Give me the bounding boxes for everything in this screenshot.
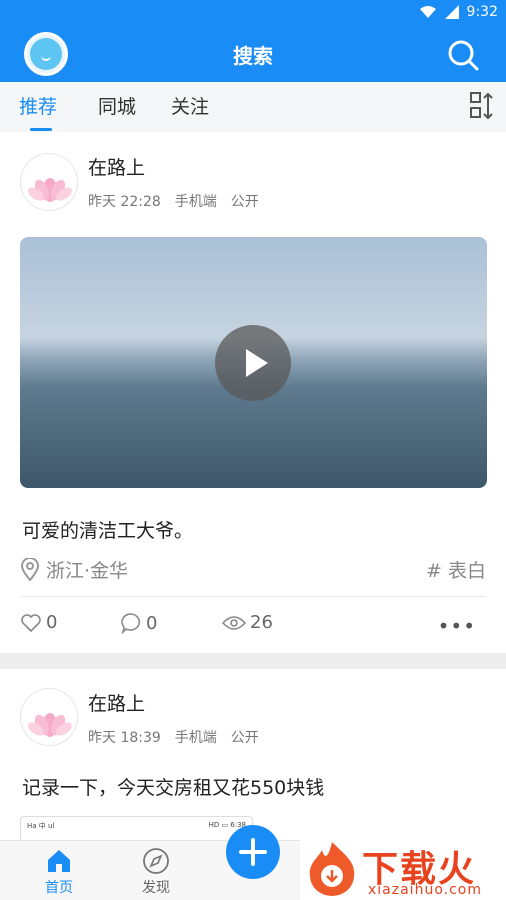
- views-indicator: 26: [222, 612, 273, 633]
- post-visibility: 公开: [230, 194, 259, 210]
- like-count: 0: [46, 612, 58, 633]
- post-text: 可爱的清洁工大爷。: [22, 520, 194, 542]
- nav-discover[interactable]: 发现: [126, 847, 186, 897]
- post-location[interactable]: 浙江·金华: [46, 556, 128, 583]
- home-icon: [48, 850, 70, 872]
- status-icons: 9:32: [419, 4, 498, 20]
- watermark-subtitle: xiazaihuo.com: [368, 882, 482, 898]
- comment-count: 0: [146, 612, 158, 634]
- divider: [20, 596, 486, 597]
- post-time: 昨天 18:39: [88, 730, 161, 746]
- post-text: 记录一下，今天交房租又花550块钱: [22, 777, 325, 799]
- feed-post: 在路上 昨天 18:39 手机端 公开 记录一下，今天交房租又花550块钱: [0, 669, 506, 840]
- status-time: 9:32: [466, 4, 498, 20]
- location-row: 浙江·金华 # 表白: [20, 556, 486, 586]
- nav-discover-label: 发现: [142, 880, 170, 896]
- tab-recommend[interactable]: 推荐: [19, 92, 57, 119]
- comment-button[interactable]: 0: [120, 612, 157, 634]
- lotus-icon: [28, 178, 72, 202]
- plus-icon[interactable]: [226, 825, 280, 879]
- watermark: 下载火 xiazaihuo.com: [300, 836, 506, 900]
- top-header: 搜索: [0, 28, 506, 82]
- eye-icon: [222, 615, 246, 630]
- tab-local[interactable]: 同城: [98, 92, 136, 119]
- nav-home-label: 首页: [45, 880, 73, 896]
- nav-home[interactable]: 首页: [29, 847, 89, 897]
- post-separator: [0, 653, 506, 669]
- lotus-icon: [28, 713, 72, 737]
- post-tag[interactable]: # 表白: [426, 556, 486, 583]
- post-visibility: 公开: [230, 730, 259, 746]
- header-title: 搜索: [233, 44, 273, 68]
- tab-following[interactable]: 关注: [171, 92, 209, 119]
- search-icon[interactable]: [446, 38, 480, 72]
- post-meta: 昨天 18:39 手机端 公开: [88, 727, 259, 747]
- post-video[interactable]: [20, 237, 487, 488]
- play-icon[interactable]: [215, 325, 291, 401]
- signal-icon: [444, 5, 459, 19]
- author-name[interactable]: 在路上: [88, 153, 145, 180]
- author-name[interactable]: 在路上: [88, 689, 145, 716]
- flame-logo-icon: [309, 842, 355, 896]
- more-options-icon[interactable]: •••: [438, 614, 476, 638]
- location-pin-icon: [20, 558, 40, 582]
- feed-tabs: 推荐 同城 关注: [0, 82, 506, 132]
- post-device: 手机端: [174, 730, 217, 746]
- post-time: 昨天 22:28: [88, 194, 161, 210]
- status-bar: 9:32: [0, 0, 506, 28]
- like-button[interactable]: 0: [20, 612, 57, 633]
- sort-icon[interactable]: [468, 90, 498, 122]
- view-count: 26: [250, 612, 273, 633]
- heart-icon: [21, 613, 41, 632]
- author-avatar[interactable]: [20, 153, 78, 211]
- post-meta: 昨天 22:28 手机端 公开: [88, 191, 259, 211]
- post-actions: 0 0 26 •••: [20, 612, 486, 638]
- compass-icon: [143, 848, 169, 874]
- wifi-icon: [419, 6, 436, 18]
- comment-icon: [121, 613, 141, 634]
- tab-active-indicator: [30, 128, 52, 131]
- thumb-status-left: Ha 中 ul: [27, 822, 55, 830]
- post-device: 手机端: [174, 194, 217, 210]
- author-avatar[interactable]: [20, 688, 78, 746]
